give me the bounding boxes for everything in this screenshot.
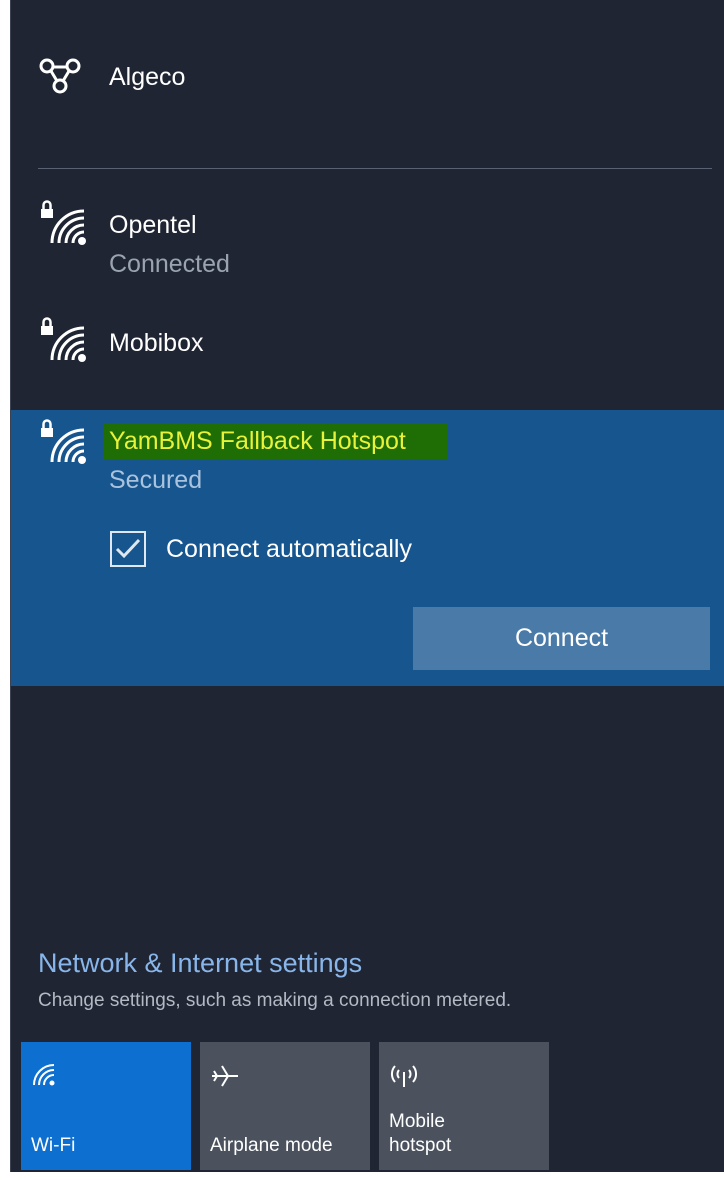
checkmark-icon	[115, 538, 141, 559]
network-flyout: Algeco Opentel Connected Mobibox YamBMS …	[10, 0, 724, 1172]
mobile-hotspot-icon	[391, 1065, 417, 1087]
network-item-mobibox[interactable]: Mobibox	[11, 310, 724, 380]
airplane-icon	[212, 1065, 238, 1087]
tile-label: Airplane mode	[210, 1135, 333, 1156]
divider	[38, 168, 712, 169]
network-name: Mobibox	[109, 329, 204, 357]
network-item-opentel[interactable]: Opentel Connected	[11, 195, 724, 290]
secured-wifi-icon	[41, 419, 86, 464]
cellular-network-icon	[39, 58, 81, 94]
secured-wifi-icon	[41, 200, 86, 245]
wifi-toggle-tile[interactable]: Wi-Fi	[21, 1042, 191, 1170]
tile-label: Wi-Fi	[31, 1135, 76, 1156]
mobile-hotspot-tile[interactable]: Mobile hotspot	[379, 1042, 549, 1170]
network-status: Connected	[109, 250, 230, 278]
connect-automatically-checkbox[interactable]	[110, 531, 146, 567]
secured-wifi-icon	[41, 317, 86, 362]
network-status: Secured	[109, 466, 203, 494]
network-name: Opentel	[109, 211, 197, 239]
tile-label: Mobile hotspot	[389, 1111, 452, 1156]
network-name: Algeco	[109, 63, 186, 91]
wifi-icon	[33, 1064, 55, 1086]
airplane-mode-tile[interactable]: Airplane mode	[200, 1042, 370, 1170]
network-settings-description: Change settings, such as making a connec…	[38, 990, 512, 1011]
connect-automatically-label[interactable]: Connect automatically	[166, 534, 412, 564]
network-item-algeco[interactable]: Algeco	[11, 40, 724, 120]
network-name: YamBMS Fallback Hotspot	[109, 427, 406, 455]
connect-button[interactable]: Connect	[413, 607, 710, 670]
network-settings-link[interactable]: Network & Internet settings	[38, 947, 362, 979]
